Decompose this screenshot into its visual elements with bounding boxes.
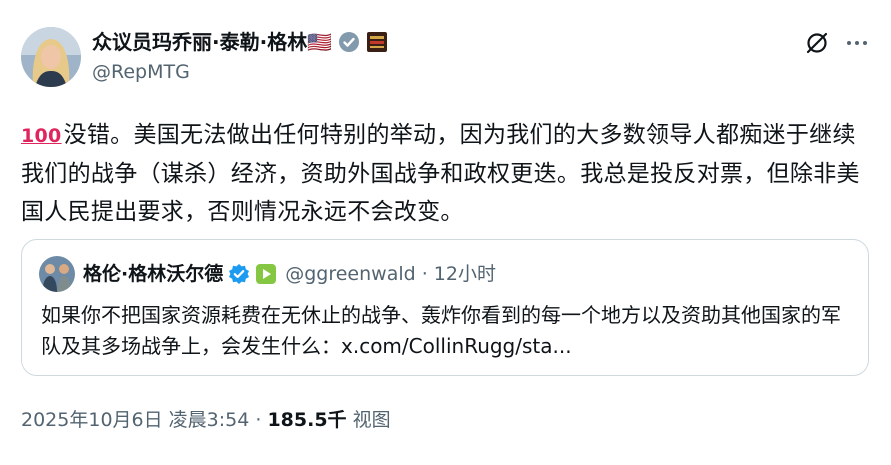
author-handle[interactable]: @RepMTG bbox=[92, 61, 190, 83]
tweet: 众议员玛乔丽·泰勒·格林🇺🇸 @RepMTG 100没错。美国无法做出任何特别的… bbox=[0, 0, 891, 465]
timestamp[interactable]: 2025年10月6日 凌晨3:54 bbox=[21, 409, 249, 431]
author-name[interactable]: 众议员玛乔丽·泰勒·格林🇺🇸 bbox=[92, 29, 332, 55]
affiliate-badge-icon[interactable] bbox=[338, 31, 360, 53]
hundred-points-emoji-icon: 100 bbox=[21, 125, 62, 147]
rumble-icon[interactable] bbox=[255, 263, 277, 285]
quoted-meta[interactable]: @ggreenwald · 12小时 bbox=[285, 261, 496, 287]
quoted-header: 格伦·格林沃尔德 @ggreenwald · 12小时 bbox=[83, 261, 496, 287]
views-count: 185.5千 bbox=[267, 409, 347, 431]
views-label: 视图 bbox=[352, 409, 391, 431]
author-avatar[interactable] bbox=[21, 27, 81, 87]
quoted-tweet[interactable]: 格伦·格林沃尔德 @ggreenwald · 12小时 如果你不把国家资源耗费在… bbox=[21, 239, 869, 376]
verified-badge-icon[interactable] bbox=[228, 263, 250, 285]
capitol-badge-icon[interactable] bbox=[366, 31, 388, 53]
quoted-author-name[interactable]: 格伦·格林沃尔德 bbox=[83, 261, 223, 287]
author-name-row[interactable]: 众议员玛乔丽·泰勒·格林🇺🇸 bbox=[92, 29, 388, 55]
quoted-text: 如果你不把国家资源耗费在无休止的战争、轰炸你看到的每一个地方以及资助其他国家的军… bbox=[41, 303, 841, 358]
timestamp-row: 2025年10月6日 凌晨3:54 · 185.5千 视图 bbox=[21, 405, 391, 432]
separator: · bbox=[249, 409, 268, 431]
quoted-author-avatar[interactable] bbox=[39, 256, 75, 292]
tweet-text: 100没错。美国无法做出任何特别的举动，因为我们的大多数领导人都痴迷于继续我们的… bbox=[21, 116, 871, 231]
tweet-text-content: 没错。美国无法做出任何特别的举动，因为我们的大多数领导人都痴迷于继续我们的战争（… bbox=[21, 122, 860, 225]
grok-icon[interactable] bbox=[804, 30, 830, 56]
more-icon[interactable] bbox=[844, 30, 870, 56]
